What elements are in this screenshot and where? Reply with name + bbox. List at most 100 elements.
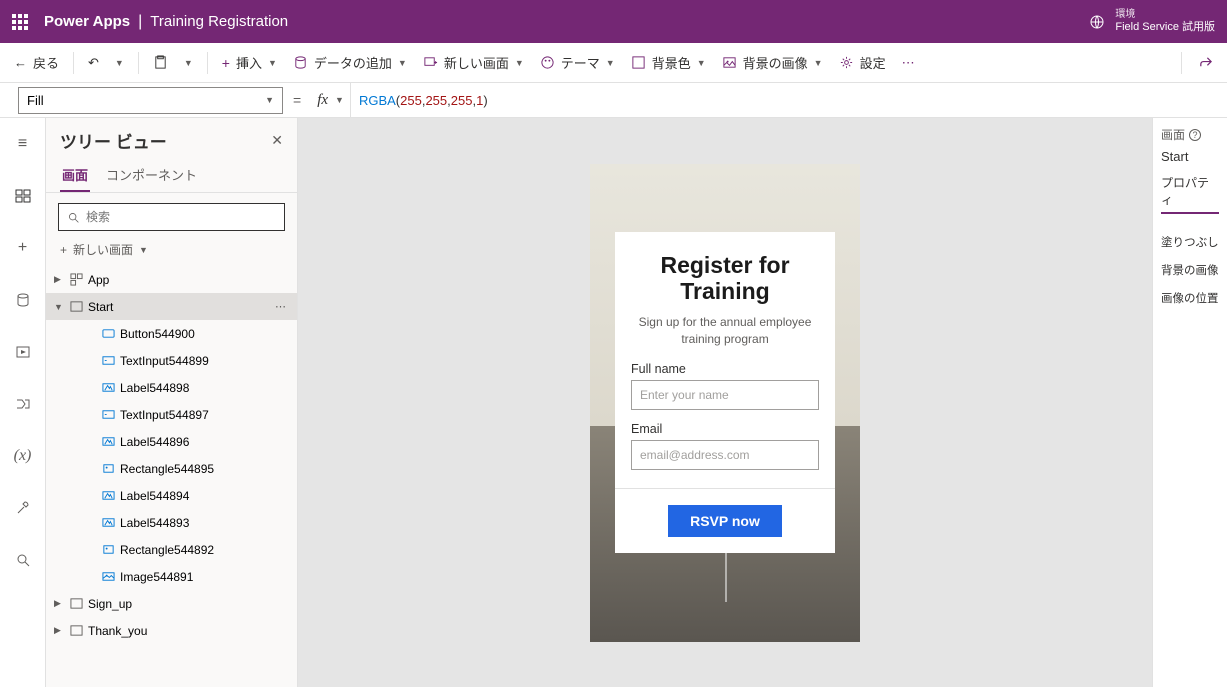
control-icon bbox=[101, 435, 115, 449]
environment-label[interactable]: 環境 Field Service 試用版 bbox=[1115, 9, 1215, 34]
canvas[interactable]: Register forTraining Sign up for the ann… bbox=[298, 118, 1152, 687]
more-button[interactable]: ⋯ bbox=[896, 51, 921, 75]
waffle-icon[interactable] bbox=[12, 14, 28, 30]
property-selector[interactable]: Fill ▼ bbox=[18, 87, 283, 114]
new-screen-text: 新しい画面 bbox=[73, 241, 133, 258]
fullname-input[interactable] bbox=[631, 380, 819, 410]
tree-node-thankyou[interactable]: ▶ Thank_you bbox=[46, 617, 297, 644]
tree-node-control[interactable]: Image544891 bbox=[46, 563, 297, 590]
undo-button[interactable]: ↶ bbox=[82, 51, 105, 75]
app-icon bbox=[69, 273, 83, 287]
tree-node-control[interactable]: Label544896 bbox=[46, 428, 297, 455]
flow-rail-icon[interactable] bbox=[7, 388, 39, 420]
share-button[interactable] bbox=[1192, 51, 1219, 74]
screen-icon bbox=[69, 300, 83, 314]
prop-bgimage[interactable]: 背景の画像 bbox=[1161, 256, 1219, 284]
plus-icon: + bbox=[222, 55, 230, 71]
caret-icon: ▶ bbox=[54, 274, 64, 285]
formula-fn: RGBA bbox=[359, 93, 396, 108]
tree-node-control[interactable]: Label544893 bbox=[46, 509, 297, 536]
caret-icon: ▶ bbox=[54, 598, 64, 609]
new-screen-button[interactable]: 新しい画面 ▼ bbox=[417, 49, 530, 76]
settings-button[interactable]: 設定 bbox=[833, 49, 892, 76]
tree-node-control[interactable]: Rectangle544892 bbox=[46, 536, 297, 563]
control-label: Image544891 bbox=[120, 570, 193, 584]
tree-node-start[interactable]: ▼ Start ⋯ bbox=[46, 293, 297, 320]
tree-node-control[interactable]: TextInput544899 bbox=[46, 347, 297, 374]
fx-icon[interactable]: fx▼ bbox=[311, 92, 350, 109]
bgimage-label: 背景の画像 bbox=[743, 53, 808, 72]
insert-label: 挿入 bbox=[236, 53, 262, 72]
tree-node-control[interactable]: Rectangle544895 bbox=[46, 455, 297, 482]
bgimage-button[interactable]: 背景の画像 ▼ bbox=[716, 49, 829, 76]
control-label: Label544894 bbox=[120, 489, 189, 503]
control-label: TextInput544897 bbox=[120, 408, 209, 422]
tree-node-app[interactable]: ▶ App bbox=[46, 266, 297, 293]
control-label: Button544900 bbox=[120, 327, 195, 341]
chevron-down-icon: ▼ bbox=[115, 58, 124, 68]
undo-dropdown[interactable]: ▼ bbox=[109, 54, 130, 72]
add-data-label: データの追加 bbox=[314, 53, 392, 72]
control-label: TextInput544899 bbox=[120, 354, 209, 368]
env-caption: 環境 bbox=[1115, 9, 1215, 21]
tree-view-icon[interactable] bbox=[7, 180, 39, 212]
search-rail-icon[interactable] bbox=[7, 544, 39, 576]
control-label: Rectangle544892 bbox=[120, 543, 214, 557]
theme-button[interactable]: テーマ ▼ bbox=[534, 49, 621, 76]
insert-button[interactable]: + 挿入 ▼ bbox=[216, 49, 283, 76]
variables-rail-icon[interactable]: (x) bbox=[7, 440, 39, 472]
more-icon[interactable]: ⋯ bbox=[275, 300, 287, 313]
chevron-down-icon: ▼ bbox=[606, 58, 615, 68]
back-button[interactable]: ← 戻る bbox=[8, 49, 65, 76]
tree-search[interactable] bbox=[58, 203, 285, 231]
rsvp-button[interactable]: RSVP now bbox=[668, 505, 782, 537]
tree-node-control[interactable]: TextInput544897 bbox=[46, 401, 297, 428]
theme-label: テーマ bbox=[561, 53, 600, 72]
tree-list: ▶ App ▼ Start ⋯ Button544900 TextInput544… bbox=[46, 266, 297, 687]
tree-node-control[interactable]: Label544898 bbox=[46, 374, 297, 401]
tab-components[interactable]: コンポーネント bbox=[104, 159, 199, 192]
equals-sign: = bbox=[293, 92, 301, 108]
control-label: Label544896 bbox=[120, 435, 189, 449]
control-icon bbox=[101, 570, 115, 584]
bgcolor-button[interactable]: 背景色 ▼ bbox=[625, 49, 712, 76]
insert-rail-icon[interactable]: + bbox=[7, 232, 39, 264]
formula-input[interactable]: RGBA(255, 255, 255, 1) bbox=[350, 83, 1227, 117]
control-icon bbox=[101, 489, 115, 503]
paste-button[interactable] bbox=[147, 51, 174, 74]
data-icon bbox=[293, 55, 308, 70]
share-icon bbox=[1198, 55, 1213, 70]
card-title: Register forTraining bbox=[631, 252, 819, 305]
tree-node-control[interactable]: Button544900 bbox=[46, 320, 297, 347]
gear-icon bbox=[839, 55, 854, 70]
close-icon[interactable]: ✕ bbox=[271, 132, 283, 149]
email-input[interactable] bbox=[631, 440, 819, 470]
left-rail: ≡ + (x) bbox=[0, 118, 46, 687]
chevron-down-icon: ▼ bbox=[268, 58, 277, 68]
add-data-button[interactable]: データの追加 ▼ bbox=[287, 49, 413, 76]
tree-node-signup[interactable]: ▶ Sign_up bbox=[46, 590, 297, 617]
formula-arg4: 1 bbox=[476, 93, 483, 108]
tree-search-input[interactable] bbox=[86, 210, 276, 224]
properties-tab[interactable]: プロパティ bbox=[1161, 174, 1219, 214]
media-rail-icon[interactable] bbox=[7, 336, 39, 368]
phone-preview: Register forTraining Sign up for the ann… bbox=[590, 164, 860, 642]
chevron-down-icon: ▼ bbox=[184, 58, 193, 68]
control-icon bbox=[101, 381, 115, 395]
prop-fill[interactable]: 塗りつぶし bbox=[1161, 228, 1219, 256]
paste-dropdown[interactable]: ▼ bbox=[178, 54, 199, 72]
hamburger-icon[interactable]: ≡ bbox=[7, 128, 39, 160]
info-icon[interactable]: ? bbox=[1189, 129, 1201, 141]
new-screen-link[interactable]: + 新しい画面 ▼ bbox=[46, 237, 297, 266]
tab-screens[interactable]: 画面 bbox=[60, 159, 90, 192]
signup-label: Sign_up bbox=[88, 597, 132, 611]
tree-node-control[interactable]: Label544894 bbox=[46, 482, 297, 509]
back-label: 戻る bbox=[33, 53, 59, 72]
prop-imagepos[interactable]: 画像の位置 bbox=[1161, 284, 1219, 312]
palette-icon bbox=[540, 55, 555, 70]
chevron-down-icon: ▼ bbox=[697, 58, 706, 68]
chevron-down-icon: ▼ bbox=[398, 58, 407, 68]
tools-rail-icon[interactable] bbox=[7, 492, 39, 524]
data-rail-icon[interactable] bbox=[7, 284, 39, 316]
separator bbox=[207, 52, 208, 74]
